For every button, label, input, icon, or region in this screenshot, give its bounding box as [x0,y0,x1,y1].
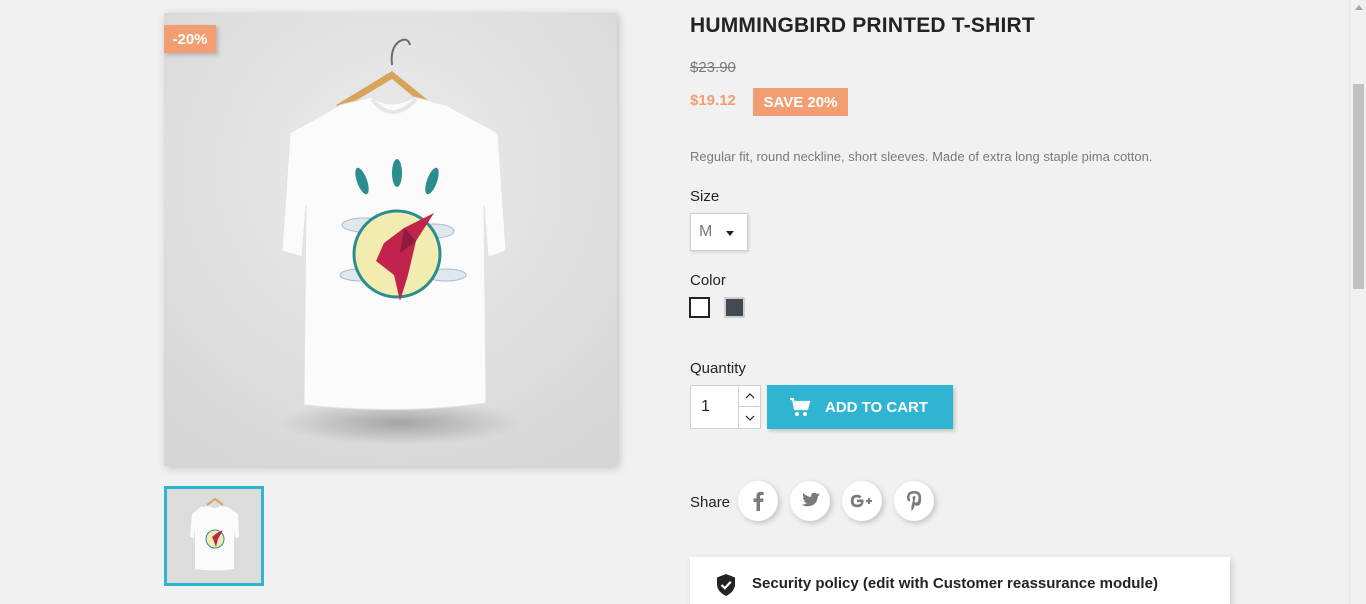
product-cover-image[interactable] [164,13,617,466]
twitter-icon [801,492,820,507]
regular-price: $23.90 [690,59,736,76]
color-label: Color [690,272,726,289]
google-plus-icon [850,494,872,508]
share-facebook-button[interactable] [738,481,778,521]
add-to-cart-button[interactable]: ADD TO CART [767,385,953,429]
reassurance-block: Security policy (edit with Customer reas… [690,557,1230,604]
chevron-down-icon [745,415,755,421]
quantity-stepper: 1 [690,385,761,429]
scrollbar-thumb[interactable] [1353,84,1364,289]
discount-flag: -20% [164,25,216,53]
share-pinterest-button[interactable] [894,481,934,521]
quantity-label: Quantity [690,360,746,377]
share-twitter-button[interactable] [790,481,830,521]
color-swatch-white[interactable] [689,297,710,318]
caret-down-icon [726,231,734,236]
product-description: Regular fit, round neckline, short sleev… [690,149,1153,164]
tshirt-thumbnail-illustration [167,489,261,583]
quantity-decrease-button[interactable] [738,407,761,428]
share-google-plus-button[interactable] [842,481,882,521]
quantity-increase-button[interactable] [738,386,761,407]
size-select[interactable]: M [690,213,748,251]
size-select-value: M [699,223,713,240]
shield-check-icon [717,574,735,596]
size-label: Size [690,188,720,205]
product-thumbnail[interactable] [164,486,264,586]
share-label: Share [690,494,731,511]
product-title: HUMMINGBIRD PRINTED T-SHIRT [690,14,1035,37]
save-badge: SAVE 20% [753,88,848,116]
vertical-scrollbar[interactable] [1349,0,1366,604]
quantity-input[interactable]: 1 [691,386,739,428]
reassurance-text: Security policy (edit with Customer reas… [752,575,1158,592]
tshirt-illustration [164,13,617,466]
shopping-cart-icon [789,397,811,417]
chevron-up-icon [745,393,755,399]
add-to-cart-label: ADD TO CART [825,398,929,416]
current-price: $19.12 [690,92,736,109]
color-swatch-grey[interactable] [724,297,745,318]
scroll-up-arrow-icon[interactable] [1355,5,1363,10]
facebook-icon [753,491,764,511]
pinterest-icon [907,491,922,511]
